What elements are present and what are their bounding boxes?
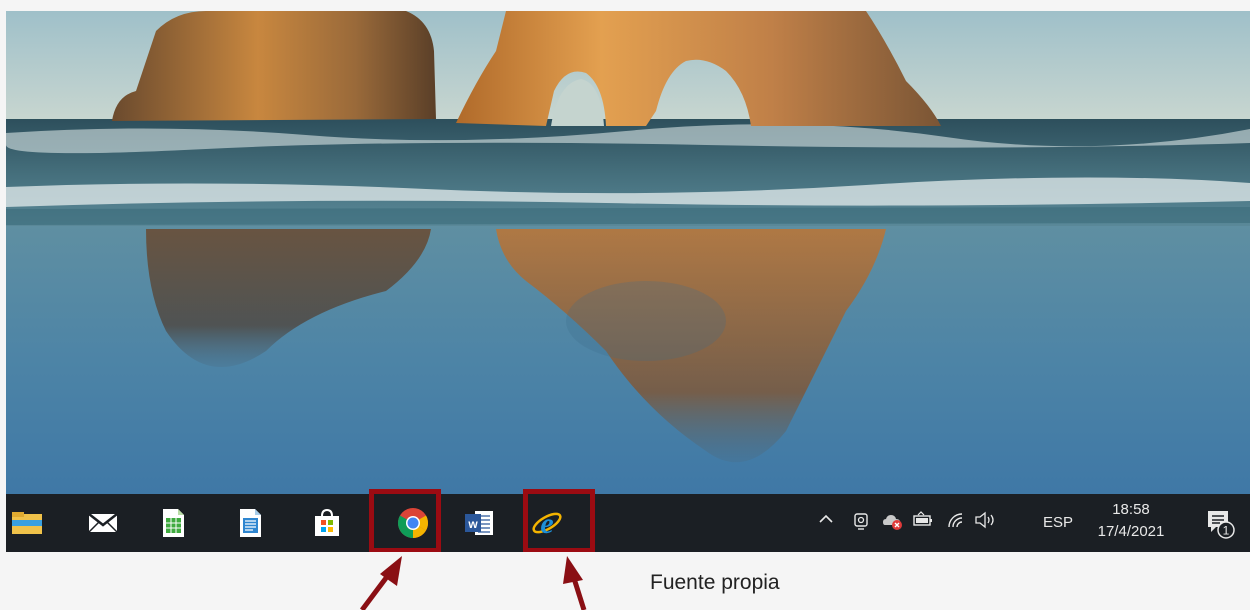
annotation-arrows (360, 556, 587, 610)
arrow-to-internet-explorer (563, 556, 587, 610)
caption: Fuente propia (650, 571, 780, 594)
arrow-to-chrome (360, 556, 402, 610)
